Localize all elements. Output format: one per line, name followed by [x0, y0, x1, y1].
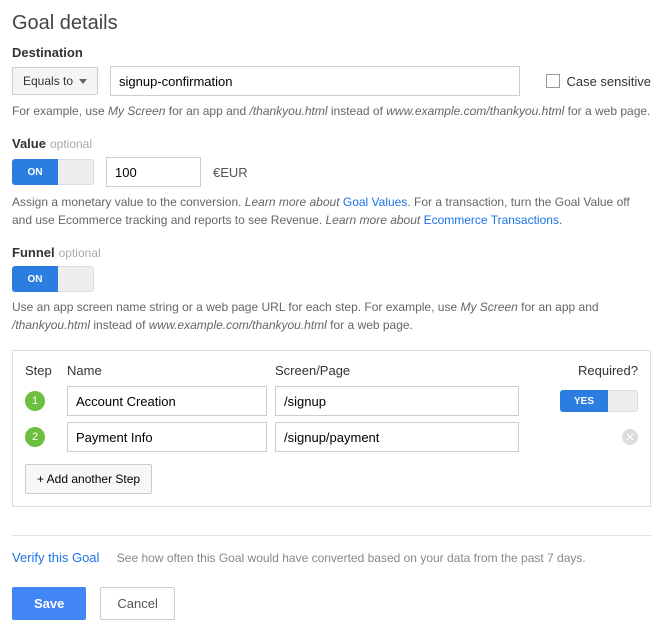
funnel-step-row: 2 ✕ [25, 422, 638, 452]
destination-input[interactable] [110, 66, 520, 96]
toggle-on-label: ON [12, 266, 58, 292]
case-sensitive-checkbox[interactable]: Case sensitive [546, 74, 651, 89]
match-type-value: Equals to [23, 74, 73, 88]
funnel-toggle[interactable]: ON [12, 266, 94, 292]
toggle-off-side [58, 159, 94, 185]
step-page-input[interactable] [275, 386, 519, 416]
step-name-input[interactable] [67, 386, 267, 416]
add-step-button[interactable]: + Add another Step [25, 464, 152, 494]
goal-values-link[interactable]: Goal Values [343, 195, 407, 209]
toggle-off-side [58, 266, 94, 292]
toggle-off-side [608, 390, 638, 412]
verify-help-text: See how often this Goal would have conve… [117, 551, 586, 565]
case-sensitive-label: Case sensitive [566, 74, 651, 89]
match-type-dropdown[interactable]: Equals to [12, 67, 98, 95]
funnel-steps-box: Step Name Screen/Page Required? 1 YES 2 … [12, 350, 651, 507]
value-help: Assign a monetary value to the conversio… [12, 193, 651, 229]
funnel-label: Funneloptional [12, 245, 651, 260]
destination-label: Destination [12, 45, 651, 60]
ecommerce-link[interactable]: Ecommerce Transactions [424, 213, 559, 227]
required-toggle[interactable]: YES [560, 390, 638, 412]
col-required-header: Required? [578, 363, 638, 378]
col-step-header: Step [25, 363, 67, 378]
step-number-badge: 2 [25, 427, 45, 447]
col-name-header: Name [67, 363, 275, 378]
required-yes-label: YES [560, 390, 608, 412]
funnel-header-row: Step Name Screen/Page Required? [25, 363, 638, 378]
verify-row: Verify this Goal See how often this Goal… [12, 550, 651, 565]
col-page-header: Screen/Page [275, 363, 527, 378]
save-button[interactable]: Save [12, 587, 86, 620]
value-toggle[interactable]: ON [12, 159, 94, 185]
caret-down-icon [79, 79, 87, 84]
funnel-step-row: 1 YES [25, 386, 638, 416]
funnel-help: Use an app screen name string or a web p… [12, 298, 651, 334]
value-label: Valueoptional [12, 136, 651, 151]
step-name-input[interactable] [67, 422, 267, 452]
step-page-input[interactable] [275, 422, 519, 452]
currency-label: €EUR [213, 165, 248, 180]
destination-help: For example, use My Screen for an app an… [12, 102, 651, 120]
step-number-badge: 1 [25, 391, 45, 411]
toggle-on-label: ON [12, 159, 58, 185]
cancel-button[interactable]: Cancel [100, 587, 174, 620]
divider [12, 535, 651, 536]
value-amount-input[interactable] [106, 157, 201, 187]
verify-goal-link[interactable]: Verify this Goal [12, 550, 99, 565]
page-title: Goal details [12, 12, 651, 35]
checkbox-icon [546, 74, 560, 88]
remove-step-icon[interactable]: ✕ [622, 429, 638, 445]
